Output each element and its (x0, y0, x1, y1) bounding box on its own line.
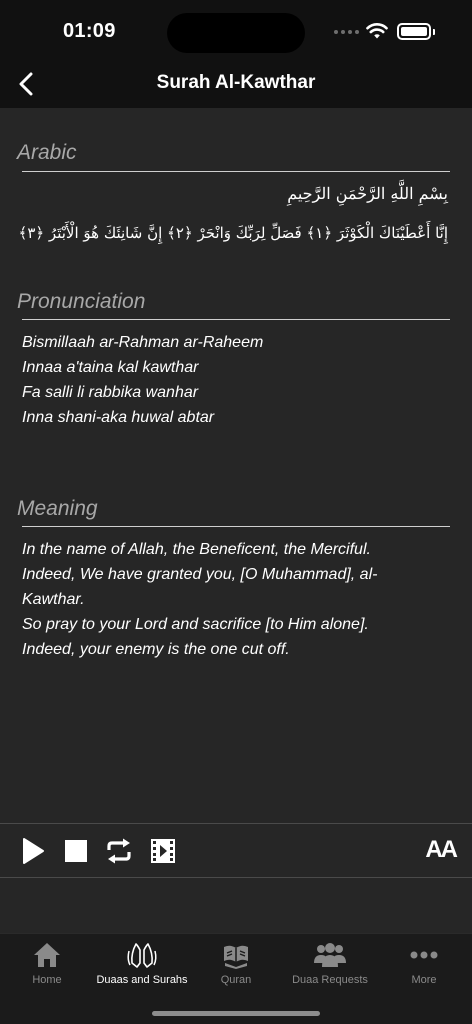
battery-cap (433, 29, 435, 35)
wifi-icon (366, 23, 388, 39)
stop-icon (65, 840, 87, 862)
meaning-text: In the name of Allah, the Beneficent, th… (22, 537, 442, 662)
home-indicator (152, 1011, 320, 1016)
home-icon (34, 943, 60, 967)
page-title: Surah Al-Kawthar (156, 72, 316, 93)
video-button[interactable] (148, 836, 178, 866)
cellular-signal-icon (334, 30, 359, 34)
battery-icon (397, 23, 431, 40)
meaning-line: Indeed, We have granted you, [O Muhammad… (22, 566, 378, 608)
praying-hands-icon (127, 943, 157, 968)
repeat-button[interactable] (104, 836, 134, 866)
play-button[interactable] (18, 836, 48, 866)
tab-label: More (411, 974, 437, 986)
pronunciation-line: Inna shani-aka huwal abtar (22, 409, 215, 426)
status-time: 01:09 (63, 20, 116, 42)
arabic-bismillah-line: بِسْمِ اللَّهِ الرَّحْمَنِ الرَّحِيمِ (287, 184, 448, 203)
meaning-divider (22, 526, 450, 527)
meaning-line: Indeed, your enemy is the one cut off. (22, 641, 290, 658)
meaning-line: In the name of Allah, the Beneficent, th… (22, 541, 371, 558)
arabic-divider (22, 171, 450, 172)
tab-label: Duaas and Surahs (96, 974, 188, 986)
pronunciation-line: Fa salli li rabbika wanhar (22, 384, 199, 401)
play-icon (23, 838, 44, 864)
dynamic-island (167, 13, 305, 53)
arabic-verses-line: إِنَّا أَعْطَيْنَاكَ الْكَوْثَرَ ﴿١﴾ فَص… (18, 224, 448, 242)
audio-player-bar: AA (0, 823, 472, 878)
tab-duaa-requests[interactable]: Duaa Requests (282, 940, 378, 992)
tab-label: Duaa Requests (292, 974, 368, 986)
pronunciation-line: Innaa a'taina kal kawthar (22, 359, 199, 376)
player-spacer (0, 878, 472, 933)
meaning-line: So pray to your Lord and sacrifice [to H… (22, 616, 369, 633)
pronunciation-text: Bismillaah ar-Rahman ar-Raheem Innaa a't… (22, 330, 442, 430)
tab-quran[interactable]: Quran (208, 940, 264, 992)
stop-button[interactable] (61, 836, 91, 866)
tab-duaas-and-surahs[interactable]: Duaas and Surahs (88, 940, 196, 992)
pronunciation-line: Bismillaah ar-Rahman ar-Raheem (22, 334, 264, 351)
navigation-bar: Surah Al-Kawthar (0, 62, 472, 108)
quran-book-icon (224, 945, 248, 969)
tab-label: Home (32, 974, 62, 986)
surah-content: Arabic بِسْمِ اللَّهِ الرَّحْمَنِ الرَّح… (0, 108, 472, 823)
status-bar: 01:09 (0, 0, 472, 62)
video-icon (151, 839, 175, 863)
app-screen: 01:09 Surah Al-Kawthar Arabic بِسْمِ الل… (0, 0, 472, 1024)
repeat-icon (107, 838, 131, 864)
meaning-heading: Meaning (17, 497, 98, 520)
arabic-heading: Arabic (17, 141, 77, 164)
font-size-button[interactable]: AA (425, 836, 458, 866)
tab-home[interactable]: Home (17, 940, 77, 992)
tab-bar: Home Duaas and Surahs Quran Duaa Request… (0, 933, 472, 1024)
people-group-icon (314, 943, 346, 967)
more-dots-icon (410, 951, 438, 959)
pronunciation-heading: Pronunciation (17, 290, 146, 313)
pronunciation-divider (22, 319, 450, 320)
tab-label: Quran (220, 974, 252, 986)
tab-more[interactable]: More (396, 940, 452, 992)
